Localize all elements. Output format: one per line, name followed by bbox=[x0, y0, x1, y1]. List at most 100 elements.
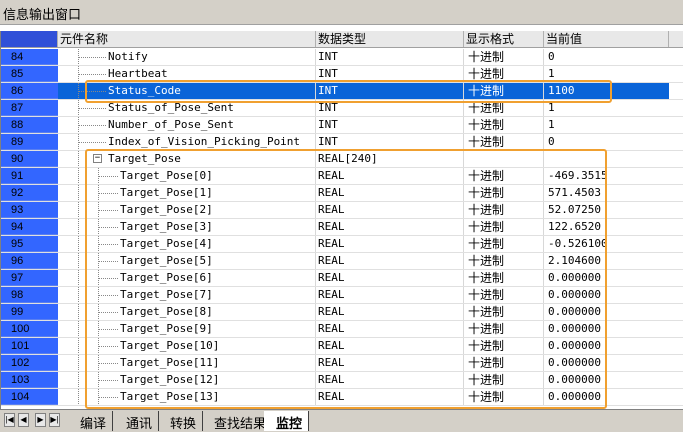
column-header-name[interactable]: 元件名称 bbox=[58, 31, 316, 47]
table-row[interactable]: 103 Target_Pose[12] REAL 十进制 0.000000 bbox=[1, 372, 683, 389]
current-value-cell[interactable]: -469.3515 bbox=[544, 168, 669, 184]
table-row[interactable]: 94 Target_Pose[3] REAL 十进制 122.6520 bbox=[1, 219, 683, 236]
element-name-cell[interactable]: Target_Pose[2] bbox=[58, 202, 316, 218]
row-number[interactable]: 97 bbox=[1, 270, 58, 286]
element-name-cell[interactable]: Target_Pose[7] bbox=[58, 287, 316, 303]
display-format-cell[interactable]: 十进制 bbox=[464, 49, 544, 65]
element-name-cell[interactable]: Target_Pose[4] bbox=[58, 236, 316, 252]
data-type-cell[interactable]: INT bbox=[316, 49, 464, 65]
element-name-cell[interactable]: Target_Pose[6] bbox=[58, 270, 316, 286]
element-name-cell[interactable]: Status_of_Pose_Sent bbox=[58, 100, 316, 116]
display-format-cell[interactable]: 十进制 bbox=[464, 253, 544, 269]
tab-4[interactable]: 查找结果 bbox=[202, 411, 274, 432]
table-row[interactable]: 93 Target_Pose[2] REAL 十进制 52.07250 bbox=[1, 202, 683, 219]
row-number[interactable]: 94 bbox=[1, 219, 58, 235]
tab-1[interactable]: 编译 bbox=[68, 411, 114, 432]
first-icon[interactable]: |◀ bbox=[4, 413, 15, 427]
row-number[interactable]: 92 bbox=[1, 185, 58, 201]
current-value-cell[interactable] bbox=[544, 151, 669, 167]
display-format-cell[interactable]: 十进制 bbox=[464, 372, 544, 388]
element-name-cell[interactable]: Number_of_Pose_Sent bbox=[58, 117, 316, 133]
row-number[interactable]: 87 bbox=[1, 100, 58, 116]
current-value-cell[interactable]: 1 bbox=[544, 100, 669, 116]
current-value-cell[interactable]: 0.000000 bbox=[544, 304, 669, 320]
display-format-cell[interactable]: 十进制 bbox=[464, 287, 544, 303]
row-number[interactable]: 96 bbox=[1, 253, 58, 269]
current-value-cell[interactable]: 0.000000 bbox=[544, 389, 669, 405]
data-type-cell[interactable]: REAL bbox=[316, 168, 464, 184]
display-format-cell[interactable]: 十进制 bbox=[464, 270, 544, 286]
element-name-cell[interactable]: Target_Pose[0] bbox=[58, 168, 316, 184]
row-number[interactable]: 90 bbox=[1, 151, 58, 167]
element-name-cell[interactable]: Target_Pose[3] bbox=[58, 219, 316, 235]
data-type-cell[interactable]: INT bbox=[316, 66, 464, 82]
current-value-cell[interactable]: 1100 bbox=[544, 83, 669, 99]
tab-3[interactable]: 转换 bbox=[158, 411, 204, 432]
row-number[interactable]: 91 bbox=[1, 168, 58, 184]
table-row[interactable]: 89 Index_of_Vision_Picking_Point INT 十进制 0 bbox=[1, 134, 683, 151]
element-name-cell[interactable]: Index_of_Vision_Picking_Point bbox=[58, 134, 316, 150]
element-name-cell[interactable]: Target_Pose[1] bbox=[58, 185, 316, 201]
row-number[interactable]: 88 bbox=[1, 117, 58, 133]
current-value-cell[interactable]: 122.6520 bbox=[544, 219, 669, 235]
current-value-cell[interactable]: 571.4503 bbox=[544, 185, 669, 201]
element-name-cell[interactable]: Target_Pose[9] bbox=[58, 321, 316, 337]
current-value-cell[interactable]: 0.000000 bbox=[544, 321, 669, 337]
data-type-cell[interactable]: REAL bbox=[316, 185, 464, 201]
element-name-cell[interactable]: Target_Pose[10] bbox=[58, 338, 316, 354]
column-header-format[interactable]: 显示格式 bbox=[464, 31, 544, 47]
row-number[interactable]: 98 bbox=[1, 287, 58, 303]
display-format-cell[interactable]: 十进制 bbox=[464, 168, 544, 184]
element-name-cell[interactable]: Notify bbox=[58, 49, 316, 65]
display-format-cell[interactable]: 十进制 bbox=[464, 219, 544, 235]
table-row[interactable]: 104 Target_Pose[13] REAL 十进制 0.000000 bbox=[1, 389, 683, 406]
row-number[interactable]: 102 bbox=[1, 355, 58, 371]
row-number[interactable]: 85 bbox=[1, 66, 58, 82]
data-type-cell[interactable]: REAL bbox=[316, 287, 464, 303]
display-format-cell[interactable]: 十进制 bbox=[464, 100, 544, 116]
row-number[interactable]: 100 bbox=[1, 321, 58, 337]
table-row[interactable]: 90− Target_Pose REAL[240] bbox=[1, 151, 683, 168]
display-format-cell[interactable]: 十进制 bbox=[464, 338, 544, 354]
element-name-cell[interactable]: Target_Pose[12] bbox=[58, 372, 316, 388]
table-row[interactable]: 102 Target_Pose[11] REAL 十进制 0.000000 bbox=[1, 355, 683, 372]
row-number[interactable]: 86 bbox=[1, 83, 58, 99]
data-type-cell[interactable]: REAL bbox=[316, 202, 464, 218]
table-row[interactable]: 96 Target_Pose[5] REAL 十进制 2.104600 bbox=[1, 253, 683, 270]
row-number[interactable]: 104 bbox=[1, 389, 58, 405]
display-format-cell[interactable] bbox=[464, 151, 544, 167]
data-type-cell[interactable]: REAL bbox=[316, 355, 464, 371]
element-name-cell[interactable]: Target_Pose[5] bbox=[58, 253, 316, 269]
current-value-cell[interactable]: 1 bbox=[544, 66, 669, 82]
table-row[interactable]: 98 Target_Pose[7] REAL 十进制 0.000000 bbox=[1, 287, 683, 304]
table-row[interactable]: 92 Target_Pose[1] REAL 十进制 571.4503 bbox=[1, 185, 683, 202]
table-row[interactable]: 95 Target_Pose[4] REAL 十进制 -0.526100 bbox=[1, 236, 683, 253]
display-format-cell[interactable]: 十进制 bbox=[464, 236, 544, 252]
display-format-cell[interactable]: 十进制 bbox=[464, 134, 544, 150]
collapse-icon[interactable]: − bbox=[93, 154, 102, 163]
table-row[interactable]: 88 Number_of_Pose_Sent INT 十进制 1 bbox=[1, 117, 683, 134]
column-header-value[interactable]: 当前值 bbox=[544, 31, 669, 47]
data-type-cell[interactable]: REAL bbox=[316, 236, 464, 252]
table-row[interactable]: 101 Target_Pose[10] REAL 十进制 0.000000 bbox=[1, 338, 683, 355]
data-type-cell[interactable]: REAL bbox=[316, 253, 464, 269]
display-format-cell[interactable]: 十进制 bbox=[464, 202, 544, 218]
tab-2[interactable]: 通讯 bbox=[114, 411, 160, 432]
data-type-cell[interactable]: INT bbox=[316, 100, 464, 116]
element-name-cell[interactable]: Target_Pose[11] bbox=[58, 355, 316, 371]
current-value-cell[interactable]: 0.000000 bbox=[544, 287, 669, 303]
data-type-cell[interactable]: INT bbox=[316, 134, 464, 150]
table-row[interactable]: 85 Heartbeat INT 十进制 1 bbox=[1, 66, 683, 83]
current-value-cell[interactable]: 1 bbox=[544, 117, 669, 133]
data-type-cell[interactable]: INT bbox=[316, 117, 464, 133]
last-icon[interactable]: ▶| bbox=[49, 413, 60, 427]
data-type-cell[interactable]: REAL bbox=[316, 372, 464, 388]
element-name-cell[interactable]: Heartbeat bbox=[58, 66, 316, 82]
current-value-cell[interactable]: 0.000000 bbox=[544, 372, 669, 388]
row-number[interactable]: 93 bbox=[1, 202, 58, 218]
display-format-cell[interactable]: 十进制 bbox=[464, 304, 544, 320]
current-value-cell[interactable]: 0.000000 bbox=[544, 270, 669, 286]
data-type-cell[interactable]: REAL bbox=[316, 219, 464, 235]
display-format-cell[interactable]: 十进制 bbox=[464, 185, 544, 201]
element-name-cell[interactable]: − Target_Pose bbox=[58, 151, 316, 167]
